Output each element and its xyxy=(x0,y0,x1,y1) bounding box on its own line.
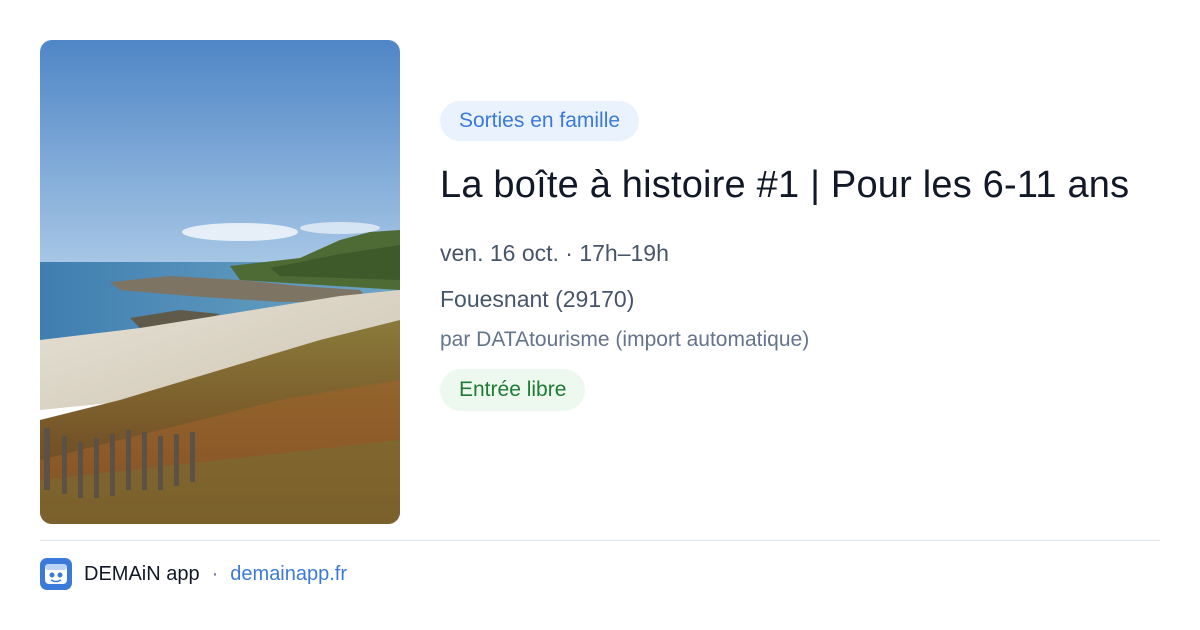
footer-divider xyxy=(40,540,1160,541)
event-date-time: ven. 16 oct. · 17h–19h xyxy=(440,240,669,266)
category-badge[interactable]: Sorties en famille xyxy=(440,101,640,141)
event-location: Fouesnant (29170) xyxy=(440,286,635,312)
beach-landscape-image xyxy=(40,40,400,524)
demain-app-logo-icon xyxy=(40,558,72,590)
app-url-link[interactable]: demainapp.fr xyxy=(230,563,347,586)
app-name: DEMAiN app xyxy=(84,562,200,585)
footer: DEMAiN app · demainapp.fr xyxy=(40,558,347,590)
event-details: Sorties en famille La boîte à histoire #… xyxy=(440,101,1160,411)
footer-separator: · xyxy=(211,562,219,585)
price-badge: Entrée libre xyxy=(440,369,586,411)
event-title: La boîte à histoire #1 | Pour les 6-11 a… xyxy=(440,164,1130,206)
event-image xyxy=(40,40,400,524)
event-source: par DATAtourisme (import automatique) xyxy=(440,328,810,351)
